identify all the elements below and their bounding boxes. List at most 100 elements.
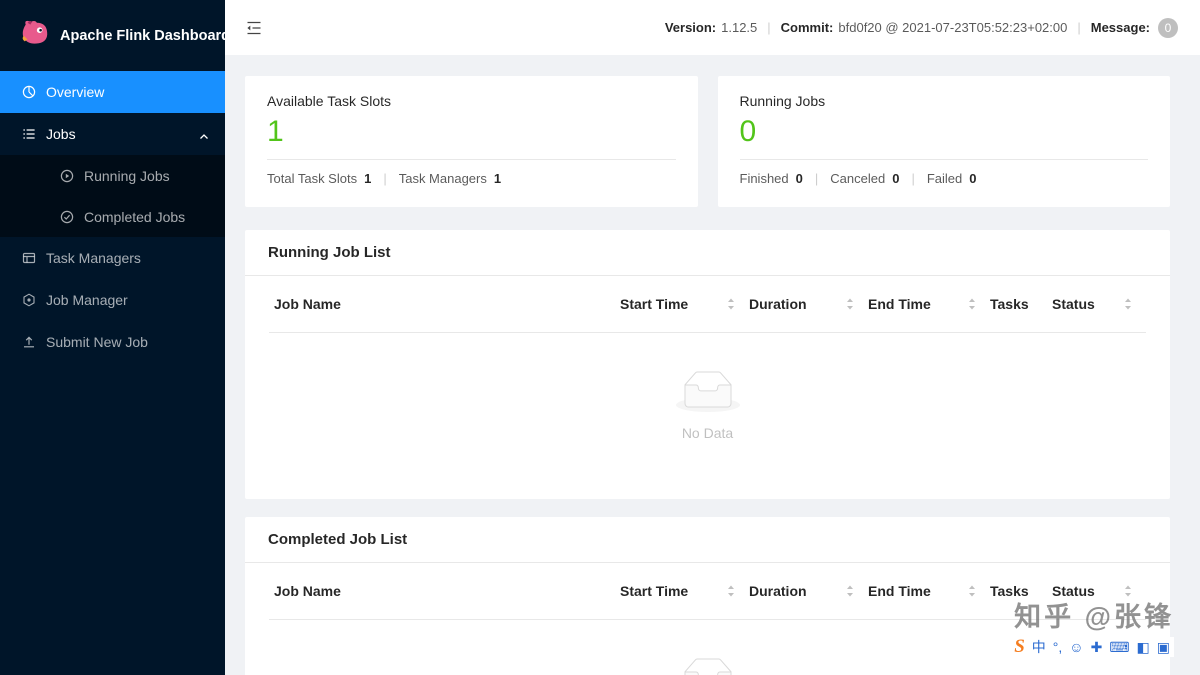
table-header-row: Job Name Start Time Duration End Time Ta… xyxy=(269,563,1146,620)
sort-carets-icon xyxy=(1124,584,1132,598)
col-header-tasks: Tasks xyxy=(990,583,1052,599)
col-header-end-time[interactable]: End Time xyxy=(868,583,990,599)
sidebar-item-job-manager[interactable]: Job Manager xyxy=(0,279,225,321)
sort-carets-icon xyxy=(968,584,976,598)
upload-icon xyxy=(22,335,36,349)
running-jobs-card: Running Jobs 0 Finished 0 | Canceled 0 |… xyxy=(717,76,1170,207)
sort-carets-icon xyxy=(968,297,976,311)
completed-job-list-card: Completed Job List Job Name Start Time D… xyxy=(245,517,1170,675)
separator: | xyxy=(911,171,915,186)
sort-carets-icon xyxy=(727,297,735,311)
empty-box-icon xyxy=(675,371,740,417)
column-label: Tasks xyxy=(990,296,1029,312)
empty-box-icon xyxy=(676,658,740,675)
completed-job-list-title: Completed Job List xyxy=(245,517,1170,563)
unordered-list-icon xyxy=(22,127,36,141)
sidebar: Apache Flink Dashboard Overview Jobs Run… xyxy=(0,0,230,675)
col-header-duration[interactable]: Duration xyxy=(749,296,868,312)
play-circle-icon xyxy=(60,169,74,183)
completed-job-table: Job Name Start Time Duration End Time Ta… xyxy=(245,563,1170,675)
column-label: Start Time xyxy=(620,296,689,312)
stat-label: Failed xyxy=(926,171,963,186)
separator: | xyxy=(767,20,771,35)
sidebar-item-overview[interactable]: Overview xyxy=(0,71,225,113)
sidebar-item-completed-jobs[interactable]: Completed Jobs xyxy=(0,196,225,237)
stat-value: 1 xyxy=(493,171,502,186)
stat-value: 0 xyxy=(892,171,900,186)
stat-label: Total Task Slots xyxy=(267,171,358,186)
deployment-unit-icon xyxy=(22,293,36,307)
no-data-text: No Data xyxy=(681,425,734,441)
sidebar-item-label: Overview xyxy=(46,84,105,100)
sidebar-item-label: Submit New Job xyxy=(46,334,148,350)
version-info: Version: 1.12.5 | Commit: bfd0f20 @ 2021… xyxy=(665,17,1178,38)
col-header-job-name: Job Name xyxy=(269,583,620,599)
sidebar-item-label: Jobs xyxy=(46,126,76,142)
message-count-badge[interactable]: 0 xyxy=(1158,17,1178,38)
col-header-start-time[interactable]: Start Time xyxy=(620,296,749,312)
column-label: Status xyxy=(1052,296,1095,312)
sidebar-item-jobs[interactable]: Jobs xyxy=(0,113,225,155)
stat-value: 1 xyxy=(364,171,372,186)
col-header-end-time[interactable]: End Time xyxy=(868,296,990,312)
jobs-submenu: Running Jobs Completed Jobs xyxy=(0,155,225,237)
running-job-table: Job Name Start Time Duration End Time Ta… xyxy=(245,276,1170,499)
chevron-up-icon xyxy=(199,129,209,145)
sidebar-item-submit-new-job[interactable]: Submit New Job xyxy=(0,321,225,363)
card-title: Running Jobs xyxy=(739,93,826,109)
menu-fold-icon[interactable] xyxy=(246,20,262,36)
empty-state: No Data xyxy=(269,620,1146,675)
dashboard-icon xyxy=(22,85,36,99)
column-label: Job Name xyxy=(274,583,341,599)
col-header-tasks: Tasks xyxy=(990,296,1052,312)
running-job-list-card: Running Job List Job Name Start Time Dur… xyxy=(245,230,1170,499)
card-footer: Total Task Slots 1 | Task Managers 1 xyxy=(267,171,676,186)
top-header: Version: 1.12.5 | Commit: bfd0f20 @ 2021… xyxy=(225,0,1200,55)
sidebar-item-task-managers[interactable]: Task Managers xyxy=(0,237,225,279)
column-label: Status xyxy=(1052,583,1095,599)
separator: | xyxy=(1077,20,1081,35)
sidebar-menu: Overview Jobs Running Jobs Completed Job… xyxy=(0,71,225,363)
flink-squirrel-logo-icon xyxy=(20,19,50,52)
sidebar-item-label: Running Jobs xyxy=(84,167,170,184)
content-area: Available Task Slots 1 Total Task Slots … xyxy=(225,55,1200,675)
running-jobs-value: 0 xyxy=(739,115,757,148)
col-header-status[interactable]: Status xyxy=(1052,583,1146,599)
card-title: Available Task Slots xyxy=(267,93,391,109)
column-label: Tasks xyxy=(990,583,1029,599)
separator: | xyxy=(814,171,819,186)
column-label: End Time xyxy=(868,583,931,599)
column-label: Start Time xyxy=(620,583,689,599)
main-area: Version: 1.12.5 | Commit: bfd0f20 @ 2021… xyxy=(225,0,1200,675)
empty-state: No Data xyxy=(269,333,1146,499)
flink-dashboard-app: Apache Flink Dashboard Overview Jobs Run… xyxy=(0,0,1200,675)
commit-value: bfd0f20 @ 2021-07-23T05:52:23+02:00 xyxy=(838,20,1068,35)
table-header-row: Job Name Start Time Duration End Time Ta… xyxy=(269,276,1146,333)
divider xyxy=(267,159,676,160)
app-title: Apache Flink Dashboard xyxy=(60,27,231,44)
app-logo: Apache Flink Dashboard xyxy=(0,0,230,71)
table-icon xyxy=(22,251,36,265)
sidebar-item-label: Job Manager xyxy=(46,292,128,308)
sort-carets-icon xyxy=(846,297,854,311)
commit-label: Commit: xyxy=(780,20,834,35)
sort-carets-icon xyxy=(846,584,854,598)
available-task-slots-card: Available Task Slots 1 Total Task Slots … xyxy=(245,76,698,207)
col-header-duration[interactable]: Duration xyxy=(749,583,868,599)
column-label: Job Name xyxy=(274,296,341,312)
stat-value: 0 xyxy=(969,171,977,186)
available-task-slots-value: 1 xyxy=(267,115,284,148)
running-job-list-title: Running Job List xyxy=(245,230,1170,276)
col-header-status[interactable]: Status xyxy=(1052,296,1146,312)
stat-label: Canceled xyxy=(830,171,886,186)
column-label: Duration xyxy=(749,296,807,312)
col-header-start-time[interactable]: Start Time xyxy=(620,583,749,599)
check-circle-icon xyxy=(60,210,74,224)
sidebar-item-running-jobs[interactable]: Running Jobs xyxy=(0,155,225,196)
separator: | xyxy=(383,171,387,186)
sidebar-item-label: Task Managers xyxy=(46,250,141,266)
stat-cards-row: Available Task Slots 1 Total Task Slots … xyxy=(245,76,1170,207)
stat-value: 0 xyxy=(795,171,803,186)
sort-carets-icon xyxy=(727,584,735,598)
stat-label: Task Managers xyxy=(398,171,487,186)
